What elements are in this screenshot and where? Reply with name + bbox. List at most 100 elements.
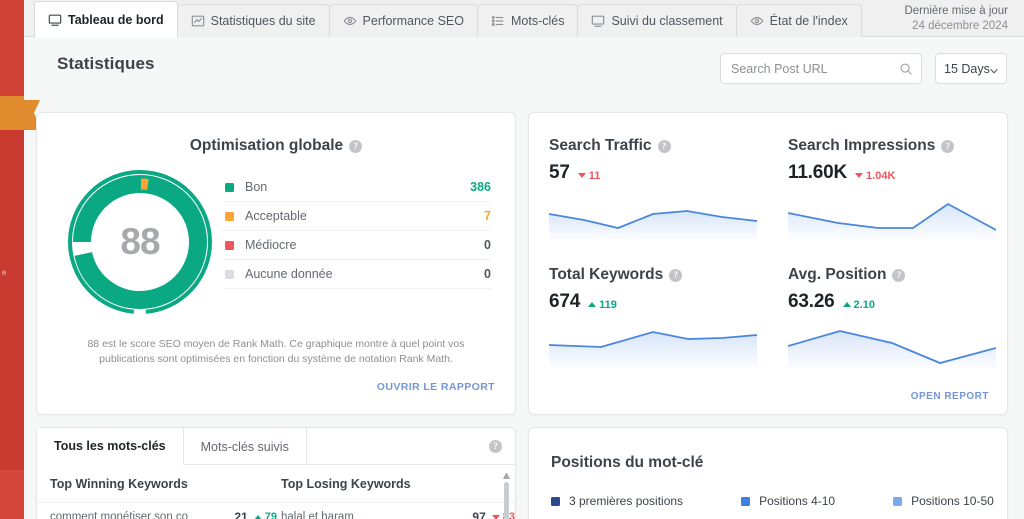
stat-values: 11.60K 1.04K: [788, 162, 1007, 184]
keyword-term: halal et haram: [281, 511, 354, 519]
gauge-wrap: 88: [55, 167, 225, 317]
legend-item-bon: Bon 386: [225, 173, 491, 202]
legend-label: Bon: [245, 180, 268, 194]
tab-label: État de l'index: [769, 14, 848, 28]
help-icon[interactable]: ?: [892, 268, 906, 282]
sparkline-total-keywords: [549, 319, 757, 371]
stat-delta: 2.10: [842, 298, 875, 311]
stat-header: Avg. Position ?: [788, 266, 1007, 284]
tab-strip: Tableau de bord Statistiques du site Per…: [24, 0, 1024, 38]
keyword-delta-value: 79: [264, 511, 277, 519]
stat-delta-value: 11: [588, 169, 601, 182]
dashboard-grid: Optimisation globale ? 88 Bon 386 Accept…: [24, 100, 1024, 519]
legend-item-top-3[interactable]: 3 premières positions: [551, 494, 683, 508]
legend-item-positions-4-10[interactable]: Positions 4-10: [741, 494, 835, 508]
monitor-icon: [48, 13, 62, 27]
legend-label: Acceptable: [245, 209, 307, 223]
last-update-date: 24 décembre 2024: [912, 20, 1008, 32]
header-controls: 15 Days: [720, 53, 1007, 84]
tab-tableau-de-bord[interactable]: Tableau de bord: [34, 1, 178, 38]
search-post-url-box[interactable]: [720, 53, 922, 84]
legend-item-mediocre: Médiocre 0: [225, 231, 491, 260]
help-icon[interactable]: ?: [669, 268, 683, 282]
optimisation-score: 88: [120, 221, 160, 262]
help-icon[interactable]: ?: [657, 139, 671, 153]
stat-value: 11.60K: [788, 162, 848, 183]
stat-header: Search Traffic ?: [549, 137, 768, 155]
target-icon: [343, 14, 357, 28]
arrow-up-icon: [842, 302, 851, 307]
legend-value: 7: [484, 209, 491, 223]
stat-value: 63.26: [788, 291, 835, 312]
list-icon: [491, 14, 505, 28]
search-input[interactable]: [721, 54, 921, 83]
search-icon: [899, 62, 913, 76]
keywords-column-headers: Top Winning Keywords Top Losing Keywords: [37, 465, 515, 503]
optimisation-note: 88 est le score SEO moyen de Rank Math. …: [87, 338, 465, 365]
help-icon[interactable]: ?: [349, 139, 363, 153]
kw-tab-label: Mots-clés suivis: [200, 439, 289, 454]
arrow-down-icon: [577, 173, 586, 178]
optimisation-card-title: Optimisation globale ?: [37, 137, 515, 155]
legend-swatch: [893, 496, 903, 506]
stat-search-impressions: Search Impressions ? 11.60K 1.04K: [768, 113, 1007, 242]
tab-etat-de-lindex[interactable]: État de l'index: [735, 4, 862, 37]
legend-label: 3 premières positions: [569, 494, 684, 508]
legend-label: Positions 4-10: [759, 494, 836, 508]
stat-search-traffic: Search Traffic ? 57 11: [529, 113, 768, 242]
stat-values: 63.26 2.10: [788, 291, 1007, 313]
tab-mots-cles-suivis[interactable]: Mots-clés suivis: [184, 428, 307, 465]
legend-label: Positions 10-50: [911, 494, 994, 508]
tab-label: Suivi du classement: [611, 14, 723, 28]
page-header: Statistiques 15 Days: [24, 37, 1024, 100]
tab-statistiques-du-site[interactable]: Statistiques du site: [176, 4, 330, 37]
tab-tous-les-mots-cles[interactable]: Tous les mots-clés: [37, 428, 184, 465]
stat-delta-value: 1.04K: [866, 169, 896, 182]
open-report-link[interactable]: OPEN REPORT: [911, 391, 989, 402]
legend-swatch: [225, 269, 234, 279]
keywords-scrollbar[interactable]: [503, 472, 510, 519]
optimisation-title-text: Optimisation globale: [189, 137, 344, 154]
legend-swatch: [551, 496, 560, 506]
table-row: comment monétiser son co 21 79 halal et …: [37, 503, 515, 519]
legend-item-positions-10-50[interactable]: Positions 10-50: [893, 494, 994, 508]
date-range-value: 15 Days: [944, 61, 990, 76]
monitor-icon: [591, 14, 605, 28]
stat-delta: 11: [577, 169, 601, 182]
tab-mots-cles[interactable]: Mots-clés: [476, 4, 579, 37]
legend-value: 0: [484, 267, 491, 281]
help-icon[interactable]: ?: [489, 440, 502, 453]
optimisation-donut-chart: 88: [65, 167, 215, 317]
stat-total-keywords: Total Keywords ? 674 119: [529, 242, 768, 371]
stat-delta-value: 2.10: [853, 298, 875, 311]
optimisation-legend: Bon 386 Acceptable 7 Médiocre 0 Aucune d…: [225, 167, 497, 317]
scrollbar-thumb[interactable]: [504, 482, 509, 519]
scroll-up-icon[interactable]: [503, 472, 510, 479]
tab-label: Mots-clés: [510, 14, 565, 28]
legend-swatch: [225, 182, 234, 192]
help-icon[interactable]: ?: [941, 139, 955, 153]
keyword-delta: 79: [253, 511, 277, 519]
rail-segment-active[interactable]: [0, 96, 24, 130]
keywords-tab-list: Tous les mots-clés Mots-clés suivis ?: [37, 428, 515, 465]
target-icon: [750, 14, 764, 28]
stat-value: 57: [549, 162, 570, 183]
sparkline-search-impressions: [788, 190, 996, 242]
last-update: Dernière mise à jour 24 décembre 2024: [904, 4, 1008, 34]
last-update-label: Dernière mise à jour: [904, 5, 1008, 17]
tab-label: Statistiques du site: [210, 14, 316, 28]
ouvrir-le-rapport-link[interactable]: OUVRIR LE RAPPORT: [57, 381, 495, 393]
stat-values: 674 119: [549, 291, 768, 313]
chart-icon: [191, 14, 205, 28]
rail-label: e: [2, 268, 7, 277]
tab-suivi-du-classement[interactable]: Suivi du classement: [577, 4, 737, 37]
stat-title: Avg. Position: [788, 266, 887, 283]
arrow-up-icon: [253, 514, 262, 519]
date-range-select[interactable]: 15 Days: [935, 53, 1007, 84]
stat-delta: 119: [588, 299, 617, 311]
positions-legend: 3 premières positions Positions 4-10 Pos…: [529, 472, 1007, 508]
rail-segment-middle: [0, 130, 24, 470]
stat-title: Search Traffic: [549, 137, 652, 154]
tab-performance-seo[interactable]: Performance SEO: [328, 4, 478, 37]
legend-value: 0: [484, 238, 491, 252]
